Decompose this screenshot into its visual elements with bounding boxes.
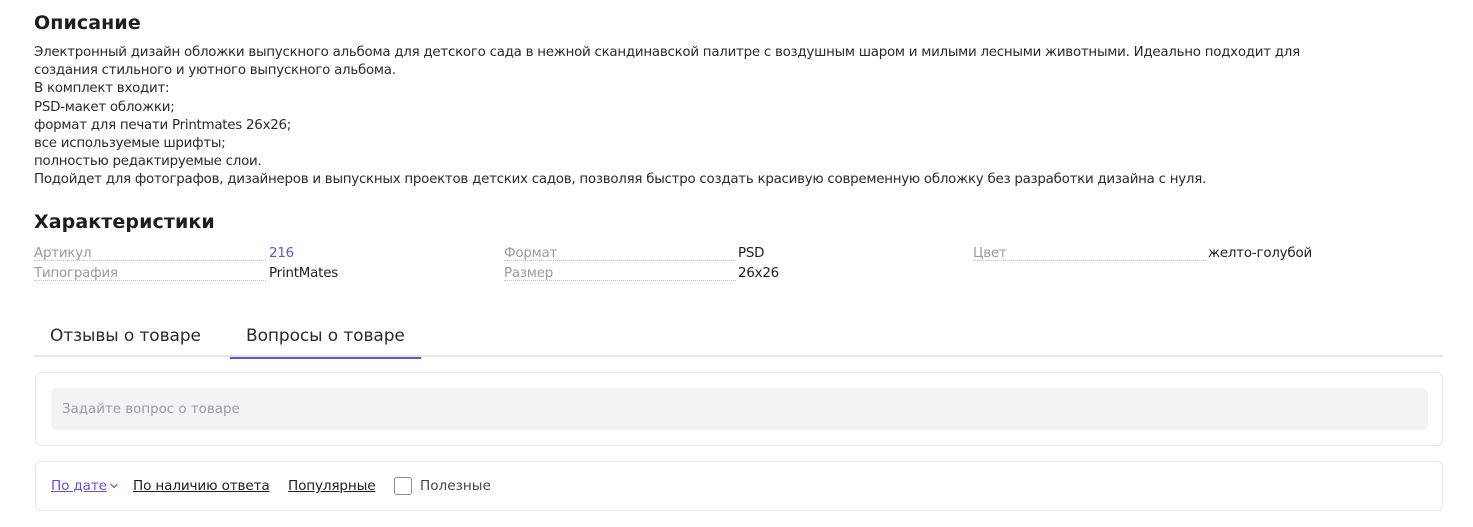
tab-reviews[interactable]: Отзывы о товаре: [34, 326, 217, 357]
spec-value: PSD: [738, 246, 765, 261]
product-details: Описание Электронный дизайн обложки выпу…: [0, 0, 1473, 527]
chevron-down-icon[interactable]: [109, 481, 119, 491]
description-line: все используемые шрифты;: [34, 136, 226, 152]
description-line: В комплект входит:: [34, 81, 170, 97]
spec-key: Артикул: [34, 244, 266, 261]
specs-title: Характеристики: [34, 211, 215, 233]
description-line: PSD-макет обложки;: [34, 99, 175, 115]
question-filters: По дате По наличию ответа Популярные Пол…: [35, 461, 1443, 511]
description-line: Электронный дизайн обложки выпускного ал…: [34, 45, 1300, 60]
review-tabs: Отзывы о товаре Вопросы о товаре: [34, 322, 1443, 359]
spec-key: Размер: [504, 264, 736, 281]
useful-checkbox-label[interactable]: Полезные: [420, 478, 491, 494]
description-title: Описание: [34, 12, 141, 34]
question-input[interactable]: [51, 388, 1428, 430]
question-box: [35, 372, 1443, 446]
tab-questions[interactable]: Вопросы о товаре: [230, 326, 421, 359]
spec-key: Типография: [34, 264, 266, 281]
description-line: полностью редактируемые слои.: [34, 154, 262, 170]
description-line: создания стильного и уютного выпускного …: [34, 63, 396, 79]
description-text: Электронный дизайн обложки выпускного ал…: [34, 44, 1434, 190]
sort-by-date-link[interactable]: По дате: [51, 478, 107, 494]
sort-popular-link[interactable]: Популярные: [288, 478, 376, 494]
spec-value: PrintMates: [269, 266, 339, 281]
spec-key: Цвет: [973, 244, 1206, 261]
spec-key: Формат: [504, 244, 736, 261]
spec-value: 26x26: [738, 266, 780, 281]
sort-by-answer-link[interactable]: По наличию ответа: [133, 478, 270, 494]
spec-value-article-link[interactable]: 216: [269, 244, 294, 264]
useful-checkbox[interactable]: [394, 477, 412, 495]
spec-value: желто-голубой: [1208, 246, 1312, 261]
description-line: Подойдет для фотографов, дизайнеров и вы…: [34, 172, 1207, 188]
description-line: формат для печати Printmates 26х26;: [34, 117, 292, 133]
